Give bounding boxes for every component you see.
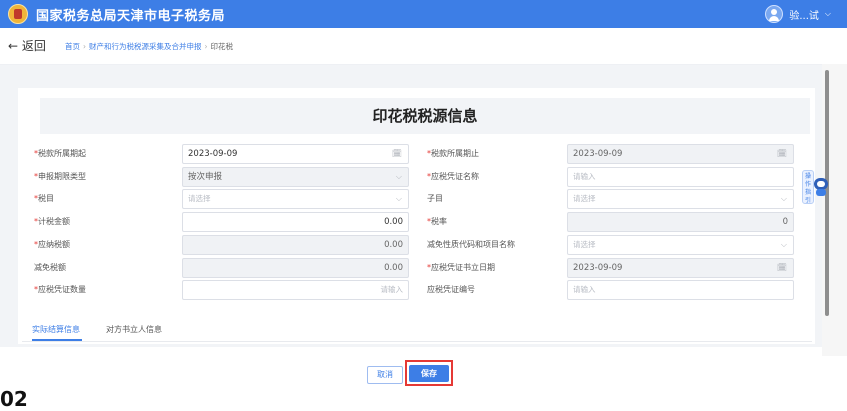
cancel-button[interactable]: 取消 bbox=[367, 366, 403, 384]
calendar-icon: 🗓 bbox=[776, 263, 787, 272]
tab-divider bbox=[22, 341, 812, 342]
breadcrumb-separator: › bbox=[83, 42, 86, 51]
field-label-text: 应税凭证书立日期 bbox=[431, 263, 495, 272]
field-input-row2-right[interactable]: 请输入 bbox=[567, 167, 794, 187]
field-input-row5-right[interactable]: 请选择 ⌵ bbox=[567, 235, 794, 255]
field-input-row5-left[interactable]: 0.00 bbox=[182, 235, 409, 255]
chevron-down-icon: ⌵ bbox=[780, 240, 787, 249]
field-placeholder: 请输入 bbox=[380, 285, 404, 294]
field-label-row4-left: *计税金额 bbox=[25, 212, 180, 232]
operation-guide-widget[interactable]: 操作指引 bbox=[802, 168, 830, 208]
chevron-down-icon: ⌵ bbox=[824, 9, 831, 18]
field-input-row3-left[interactable]: 请选择 ⌵ bbox=[182, 189, 409, 209]
field-label-row6-right: *应税凭证书立日期 bbox=[418, 258, 565, 278]
field-label-text: 税目 bbox=[38, 194, 54, 203]
field-input-row6-left[interactable]: 0.00 bbox=[182, 258, 409, 278]
chevron-down-icon: ⌵ bbox=[395, 194, 402, 203]
field-placeholder: 请选择 bbox=[188, 194, 211, 203]
user-menu[interactable]: 验...试 ⌵ bbox=[765, 3, 831, 25]
field-value: 2023-09-09 bbox=[188, 149, 238, 159]
tax-bureau-logo-icon bbox=[8, 4, 28, 24]
field-label-row7-left: *应税凭证数量 bbox=[25, 280, 180, 300]
field-label-row2-left: *申报期限类型 bbox=[25, 167, 180, 187]
field-placeholder: 请输入 bbox=[573, 172, 596, 181]
back-button[interactable]: ← 返回 bbox=[8, 37, 46, 54]
breadcrumb: 首页 › 财产和行为税税源采集及合并申报 › 印花税 bbox=[65, 41, 233, 52]
field-placeholder: 请选择 bbox=[573, 240, 596, 249]
field-label-text: 应税凭证数量 bbox=[38, 285, 86, 294]
field-value: 2023-09-09 bbox=[573, 263, 623, 273]
field-label-row7-right: 应税凭证编号 bbox=[418, 280, 565, 300]
field-label-row5-left: *应纳税额 bbox=[25, 235, 180, 255]
field-label-text: 应纳税额 bbox=[38, 240, 70, 249]
field-value: 2023-09-09 bbox=[573, 149, 623, 159]
field-label-text: 税款所属期起 bbox=[38, 149, 86, 158]
field-placeholder: 请输入 bbox=[573, 285, 596, 294]
field-label-text: 税款所属期止 bbox=[431, 149, 479, 158]
save-button[interactable]: 保存 bbox=[409, 365, 449, 382]
field-label-row6-left: 减免税额 bbox=[25, 258, 180, 278]
field-label-row1-right: *税款所属期止 bbox=[418, 144, 565, 164]
user-name: 验...试 bbox=[789, 10, 819, 22]
user-avatar-icon bbox=[765, 5, 784, 23]
field-value: 0.00 bbox=[384, 240, 403, 250]
field-label-row2-right: *应税凭证名称 bbox=[418, 167, 565, 187]
field-label-row4-right: *税率 bbox=[418, 212, 565, 232]
breadcrumb-home[interactable]: 首页 bbox=[65, 42, 80, 51]
tab-counterparty-info[interactable]: 对方书立人信息 bbox=[106, 324, 162, 335]
field-label-text: 应税凭证编号 bbox=[427, 285, 475, 294]
top-bar: 国家税务总局天津市电子税务局 验...试 ⌵ bbox=[0, 0, 847, 28]
calendar-icon: 🗓 bbox=[391, 149, 402, 158]
chevron-down-icon: ⌵ bbox=[780, 194, 787, 203]
field-label-row3-left: *税目 bbox=[25, 189, 180, 209]
operation-guide-label: 操作指引 bbox=[802, 170, 814, 204]
field-label-text: 子目 bbox=[427, 194, 443, 203]
field-label-row1-left: *税款所属期起 bbox=[25, 144, 180, 164]
field-label-text: 税率 bbox=[431, 217, 447, 226]
assistant-robot-icon bbox=[814, 178, 828, 196]
breadcrumb-property-tax[interactable]: 财产和行为税税源采集及合并申报 bbox=[89, 42, 202, 51]
field-placeholder: 请选择 bbox=[573, 194, 596, 203]
field-value: 0 bbox=[782, 217, 788, 227]
field-label-text: 申报期限类型 bbox=[38, 172, 86, 181]
field-input-row7-right[interactable]: 请输入 bbox=[567, 280, 794, 300]
field-input-row4-right[interactable]: 0 bbox=[567, 212, 794, 232]
nav-bar: ← 返回 首页 › 财产和行为税税源采集及合并申报 › 印花税 bbox=[0, 28, 847, 65]
field-value: 按次申报 bbox=[188, 172, 223, 182]
field-label-text: 应税凭证名称 bbox=[431, 172, 479, 181]
breadcrumb-current: 印花税 bbox=[210, 42, 234, 51]
field-value: 0.00 bbox=[384, 263, 403, 273]
field-label-row5-right: 减免性质代码和项目名称 bbox=[418, 235, 565, 255]
field-label-row3-right: 子目 bbox=[418, 189, 565, 209]
field-input-row2-left[interactable]: 按次申报 ⌵ bbox=[182, 167, 409, 187]
calendar-icon: 🗓 bbox=[776, 149, 787, 158]
app-title: 国家税务总局天津市电子税务局 bbox=[36, 9, 226, 24]
field-input-row1-left[interactable]: 2023-09-09 🗓 bbox=[182, 144, 409, 164]
field-input-row3-right[interactable]: 请选择 ⌵ bbox=[567, 189, 794, 209]
field-value: 0.00 bbox=[384, 217, 403, 227]
field-label-text: 计税金额 bbox=[38, 217, 70, 226]
field-input-row7-left[interactable]: 请输入 bbox=[182, 280, 409, 300]
tab-actual-settlement[interactable]: 实际结算信息 bbox=[32, 324, 80, 335]
form-title: 印花税税源信息 bbox=[40, 98, 810, 134]
field-label-text: 减免税额 bbox=[34, 263, 66, 272]
step-number: 02 bbox=[0, 387, 28, 411]
field-label-text: 减免性质代码和项目名称 bbox=[427, 240, 515, 249]
field-input-row1-right[interactable]: 2023-09-09 🗓 bbox=[567, 144, 794, 164]
chevron-down-icon: ⌵ bbox=[395, 172, 402, 181]
breadcrumb-separator: › bbox=[204, 42, 208, 51]
field-input-row4-left[interactable]: 0.00 bbox=[182, 212, 409, 232]
field-input-row6-right[interactable]: 2023-09-09 🗓 bbox=[567, 258, 794, 278]
